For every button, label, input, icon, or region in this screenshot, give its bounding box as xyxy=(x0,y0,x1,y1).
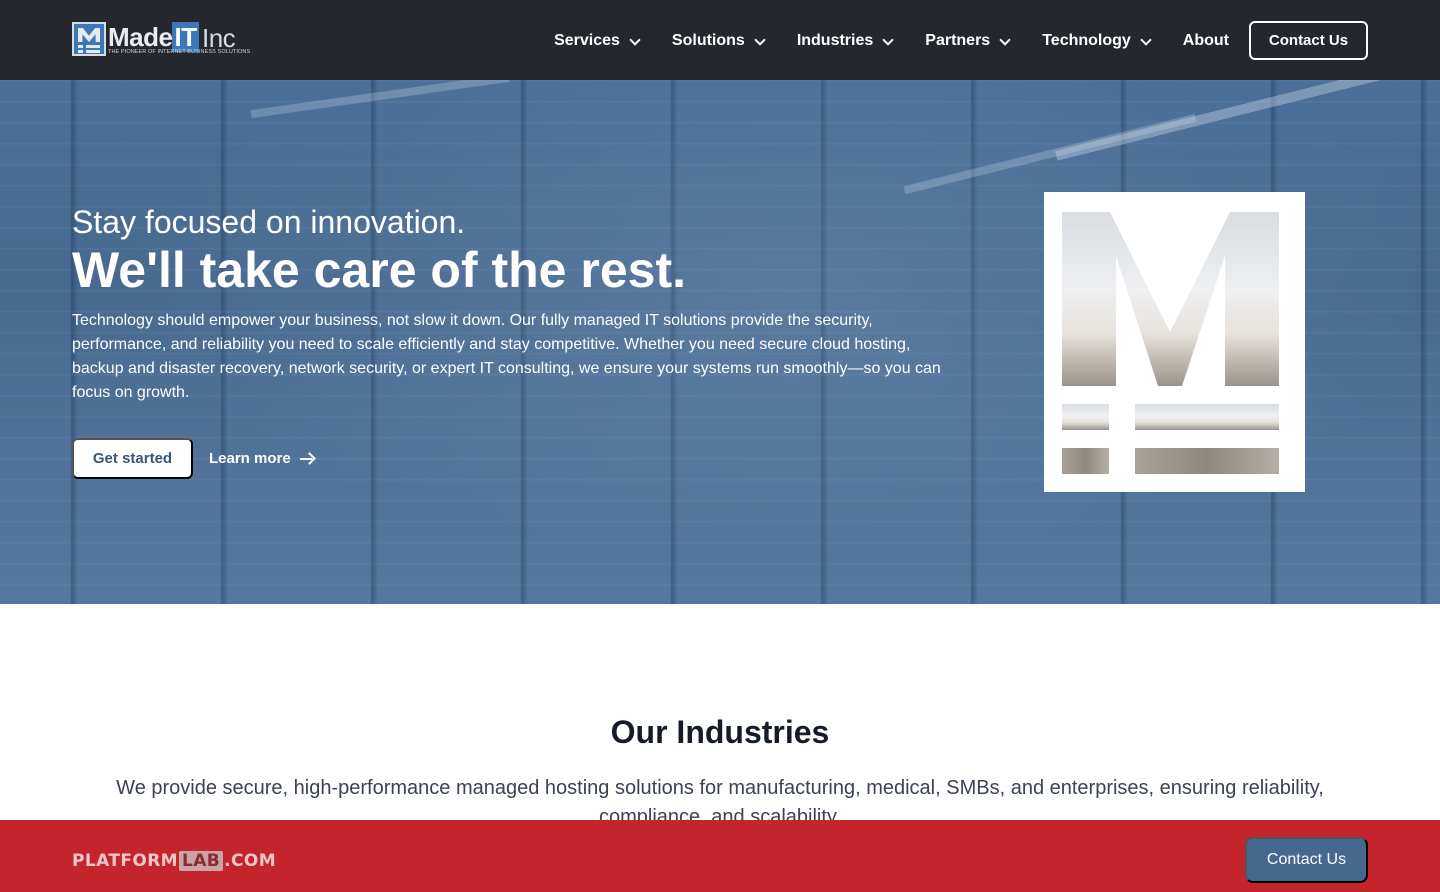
hero-logo-mark xyxy=(1044,192,1305,492)
nav-partners-label: Partners xyxy=(925,31,991,49)
nav-solutions-label: Solutions xyxy=(671,31,745,49)
header-contact-button[interactable]: Contact Us xyxy=(1249,21,1368,60)
learn-more-link[interactable]: Learn more xyxy=(209,438,315,479)
hero-description: Technology should empower your business,… xyxy=(72,312,941,401)
nav-services-label: Services xyxy=(554,31,620,49)
hero-title: We'll take care of the rest. xyxy=(72,242,686,298)
chevron-down-icon xyxy=(1139,34,1153,48)
arrow-right-icon xyxy=(299,452,315,466)
nav-partners[interactable]: Partners xyxy=(925,32,1012,50)
platformlab-logo-text: PLATFORM xyxy=(72,851,178,871)
platformlab-logo-domain: .COM xyxy=(224,851,277,871)
nav-industries-label: Industries xyxy=(796,31,874,49)
platformlab-logo-lab: LAB xyxy=(179,851,224,871)
nav-about[interactable]: About xyxy=(1183,32,1229,50)
m-logo-icon xyxy=(1062,212,1279,474)
hero-subtitle: Stay focused on innovation. xyxy=(72,204,466,240)
chevron-down-icon xyxy=(628,34,642,48)
logo-m-icon xyxy=(72,22,106,56)
nav-solutions[interactable]: Solutions xyxy=(672,32,767,50)
hero-background-light xyxy=(1055,80,1440,161)
logo-tagline: THE PIONEER OF INTERNET BUSINESS SOLUTIO… xyxy=(108,49,251,55)
madeit-logo[interactable]: MadeIT Inc THE PIONEER OF INTERNET BUSIN… xyxy=(72,22,264,58)
industries-title: Our Industries xyxy=(610,714,830,750)
chevron-down-icon xyxy=(998,34,1012,48)
chevron-down-icon xyxy=(753,34,767,48)
hero-background-light xyxy=(903,113,1197,195)
main-nav: Services Solutions Industries Partners T… xyxy=(554,21,1368,60)
nav-industries[interactable]: Industries xyxy=(797,32,895,50)
top-navigation-bar: MadeIT Inc THE PIONEER OF INTERNET BUSIN… xyxy=(0,0,1440,80)
get-started-button[interactable]: Get started xyxy=(72,438,193,479)
learn-more-label: Learn more xyxy=(209,450,291,467)
chevron-down-icon xyxy=(881,34,895,48)
nav-technology[interactable]: Technology xyxy=(1042,32,1153,50)
nav-about-label: About xyxy=(1182,31,1229,49)
hero-section: Stay focused on innovation. We'll take c… xyxy=(0,80,1440,604)
hero-background-light xyxy=(250,80,510,119)
logo-wordmark: MadeIT xyxy=(108,22,199,52)
platformlab-logo[interactable]: PLATFORM LAB .COM xyxy=(72,851,276,871)
promo-contact-button[interactable]: Contact Us xyxy=(1245,837,1368,883)
nav-services[interactable]: Services xyxy=(554,32,642,50)
nav-technology-label: Technology xyxy=(1042,31,1131,49)
